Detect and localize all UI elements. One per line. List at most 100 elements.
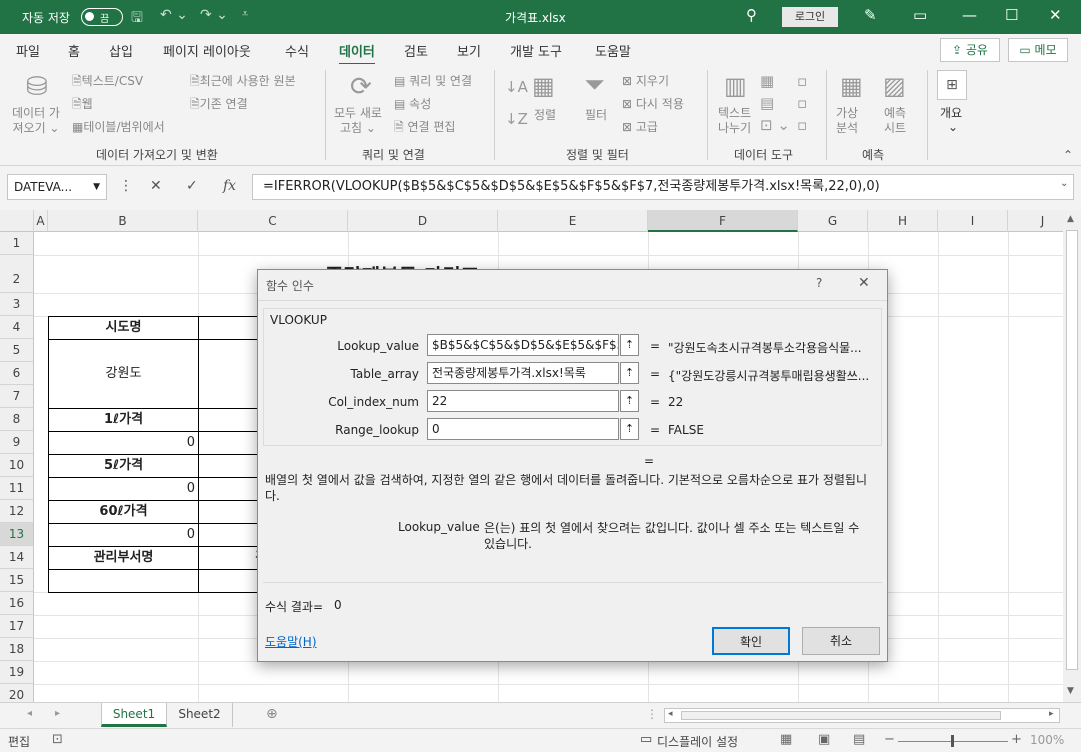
filter-button[interactable]: 필터 [585,106,607,123]
zoom-out-icon[interactable]: − [884,732,895,747]
refresh-all-button[interactable]: 모두 새로 고침 ⌄ [334,106,382,136]
display-icon[interactable]: ▭ [640,732,652,747]
lookup-value-input[interactable]: $B$5&$C$5&$D$5&$E$5&$F$5&$ [427,334,619,356]
row-header[interactable]: 8 [0,408,34,431]
cell-price-60l[interactable]: 60ℓ가격 [48,500,199,524]
row-header[interactable]: 6 [0,362,34,385]
page-break-view-icon[interactable]: ▤ [853,732,865,747]
cell-b9[interactable]: 0 [48,431,199,455]
search-icon[interactable]: ⚲ [746,6,757,24]
tab-formulas[interactable]: 수식 [285,41,309,60]
ribbon-display-icon[interactable]: ▭ [913,6,927,24]
tab-insert[interactable]: 삽입 [109,41,133,60]
row-header[interactable]: 15 [0,569,34,592]
vertical-scrollbar[interactable]: ▲ ▼ [1063,210,1081,702]
from-text-csv-button[interactable]: 🗎텍스트/CSV [72,72,143,93]
recent-sources-button[interactable]: 🗎최근에 사용한 원본 [190,72,296,93]
cell-header-sido[interactable]: 시도명 [48,316,199,340]
consolidate-icon[interactable]: ▫ [797,72,807,90]
cancel-button[interactable]: 취소 [802,627,880,655]
cell-b15[interactable] [48,569,199,593]
get-data-button[interactable]: 데이터 가 져오기 ⌄ [12,106,60,136]
minimize-icon[interactable]: — [962,6,977,24]
enter-icon[interactable]: ✓ [186,178,198,194]
row-header[interactable]: 5 [0,339,34,362]
collapse-dialog-icon[interactable]: ⇡ [620,390,639,412]
range-lookup-input[interactable]: 0 [427,418,619,440]
pen-icon[interactable]: ✎ [864,6,877,24]
save-icon[interactable]: 🖫 [131,7,143,31]
row-header[interactable]: 7 [0,385,34,408]
prev-sheet-icon[interactable]: ◂ [27,708,32,719]
properties-button[interactable]: ▤ 속성 [394,95,431,112]
tab-data[interactable]: 데이터 [339,41,375,66]
cell-b13[interactable]: 0 [48,523,199,547]
sheet-tab-sheet1[interactable]: Sheet1 [101,703,167,727]
remove-duplicates-icon[interactable]: ▤ [760,94,774,112]
sort-desc-icon[interactable]: ↓Z [505,110,528,128]
share-button[interactable]: ⇪ 공유 [940,38,1000,62]
chevron-down-icon[interactable]: ▼ [93,175,100,199]
horizontal-scrollbar[interactable]: ◂ ▸ [664,708,1060,723]
scroll-up-icon[interactable]: ▲ [1067,214,1074,224]
column-header[interactable]: H [868,210,938,232]
cell-sido-value[interactable]: 강원도 [48,339,199,409]
scroll-thumb[interactable] [681,711,1001,720]
name-box[interactable]: DATEVA... ▼ [7,174,107,200]
tab-file[interactable]: 파일 [16,41,40,60]
expand-formula-icon[interactable]: ⌄ [1060,178,1068,189]
column-header[interactable]: G [798,210,868,232]
forecast-sheet-button[interactable]: 예측 시트 [884,106,906,136]
row-header[interactable]: 10 [0,454,34,477]
tab-developer[interactable]: 개발 도구 [510,41,562,60]
row-header[interactable]: 4 [0,316,34,339]
col-index-num-input[interactable]: 22 [427,390,619,412]
column-header[interactable]: F [648,210,798,232]
redo-icon[interactable]: ↷ ⌄ [200,7,228,23]
row-header[interactable]: 2 [0,255,34,293]
outline-button[interactable]: 개요 [940,104,962,121]
next-sheet-icon[interactable]: ▸ [55,708,60,719]
row-header[interactable]: 18 [0,638,34,661]
add-sheet-icon[interactable]: ⊕ [266,706,278,722]
row-header[interactable]: 12 [0,500,34,523]
row-header[interactable]: 11 [0,477,34,500]
accessibility-icon[interactable]: ⊡ [52,732,63,747]
formula-input[interactable]: =IFERROR(VLOOKUP($B$5&$C$5&$D$5&$E$5&$F$… [252,174,1074,200]
tab-help[interactable]: 도움말 [595,41,631,60]
scroll-thumb[interactable] [1066,230,1078,670]
zoom-level[interactable]: 100% [1030,733,1064,747]
autosave-toggle[interactable]: 끔 [81,8,123,26]
outline-icon[interactable]: ⊞ [937,70,967,100]
advanced-button[interactable]: ⊠ 고급 [622,118,658,135]
what-if-button[interactable]: 가상 분석 [836,106,858,136]
zoom-slider-thumb[interactable] [951,735,954,747]
display-settings-button[interactable]: 디스플레이 설정 [657,733,738,750]
column-header[interactable]: E [498,210,648,232]
row-header[interactable]: 9 [0,431,34,454]
row-header[interactable]: 3 [0,293,34,316]
clear-button[interactable]: ⊠ 지우기 [622,72,669,89]
row-header[interactable]: 13 [0,523,34,546]
flash-fill-icon[interactable]: ▦ [760,72,774,90]
tab-page-layout[interactable]: 페이지 레이아웃 [163,41,251,60]
help-question-button[interactable]: ? [816,276,822,290]
row-header[interactable]: 19 [0,661,34,684]
from-web-button[interactable]: 🗎웹 [72,95,93,116]
row-header[interactable]: 1 [0,232,34,255]
customize-qat-icon[interactable]: ⩡ [242,7,248,21]
column-header[interactable]: A [34,210,48,232]
edit-links-button[interactable]: 🗎 연결 편집 [394,118,455,139]
maximize-icon[interactable]: ☐ [1005,6,1018,24]
cell-price-5l[interactable]: 5ℓ가격 [48,454,199,478]
zoom-in-icon[interactable]: + [1011,732,1022,747]
collapse-dialog-icon[interactable]: ⇡ [620,362,639,384]
close-icon[interactable]: ✕ [1049,6,1062,24]
cancel-icon[interactable]: ✕ [150,178,162,194]
select-all-corner[interactable] [0,210,34,232]
cell-dept-header[interactable]: 관리부서명 [48,546,199,570]
row-header[interactable]: 14 [0,546,34,569]
close-icon[interactable]: ✕ [858,275,870,291]
reapply-button[interactable]: ⊠ 다시 적용 [622,95,684,112]
insert-function-icon[interactable]: fx [223,178,236,194]
